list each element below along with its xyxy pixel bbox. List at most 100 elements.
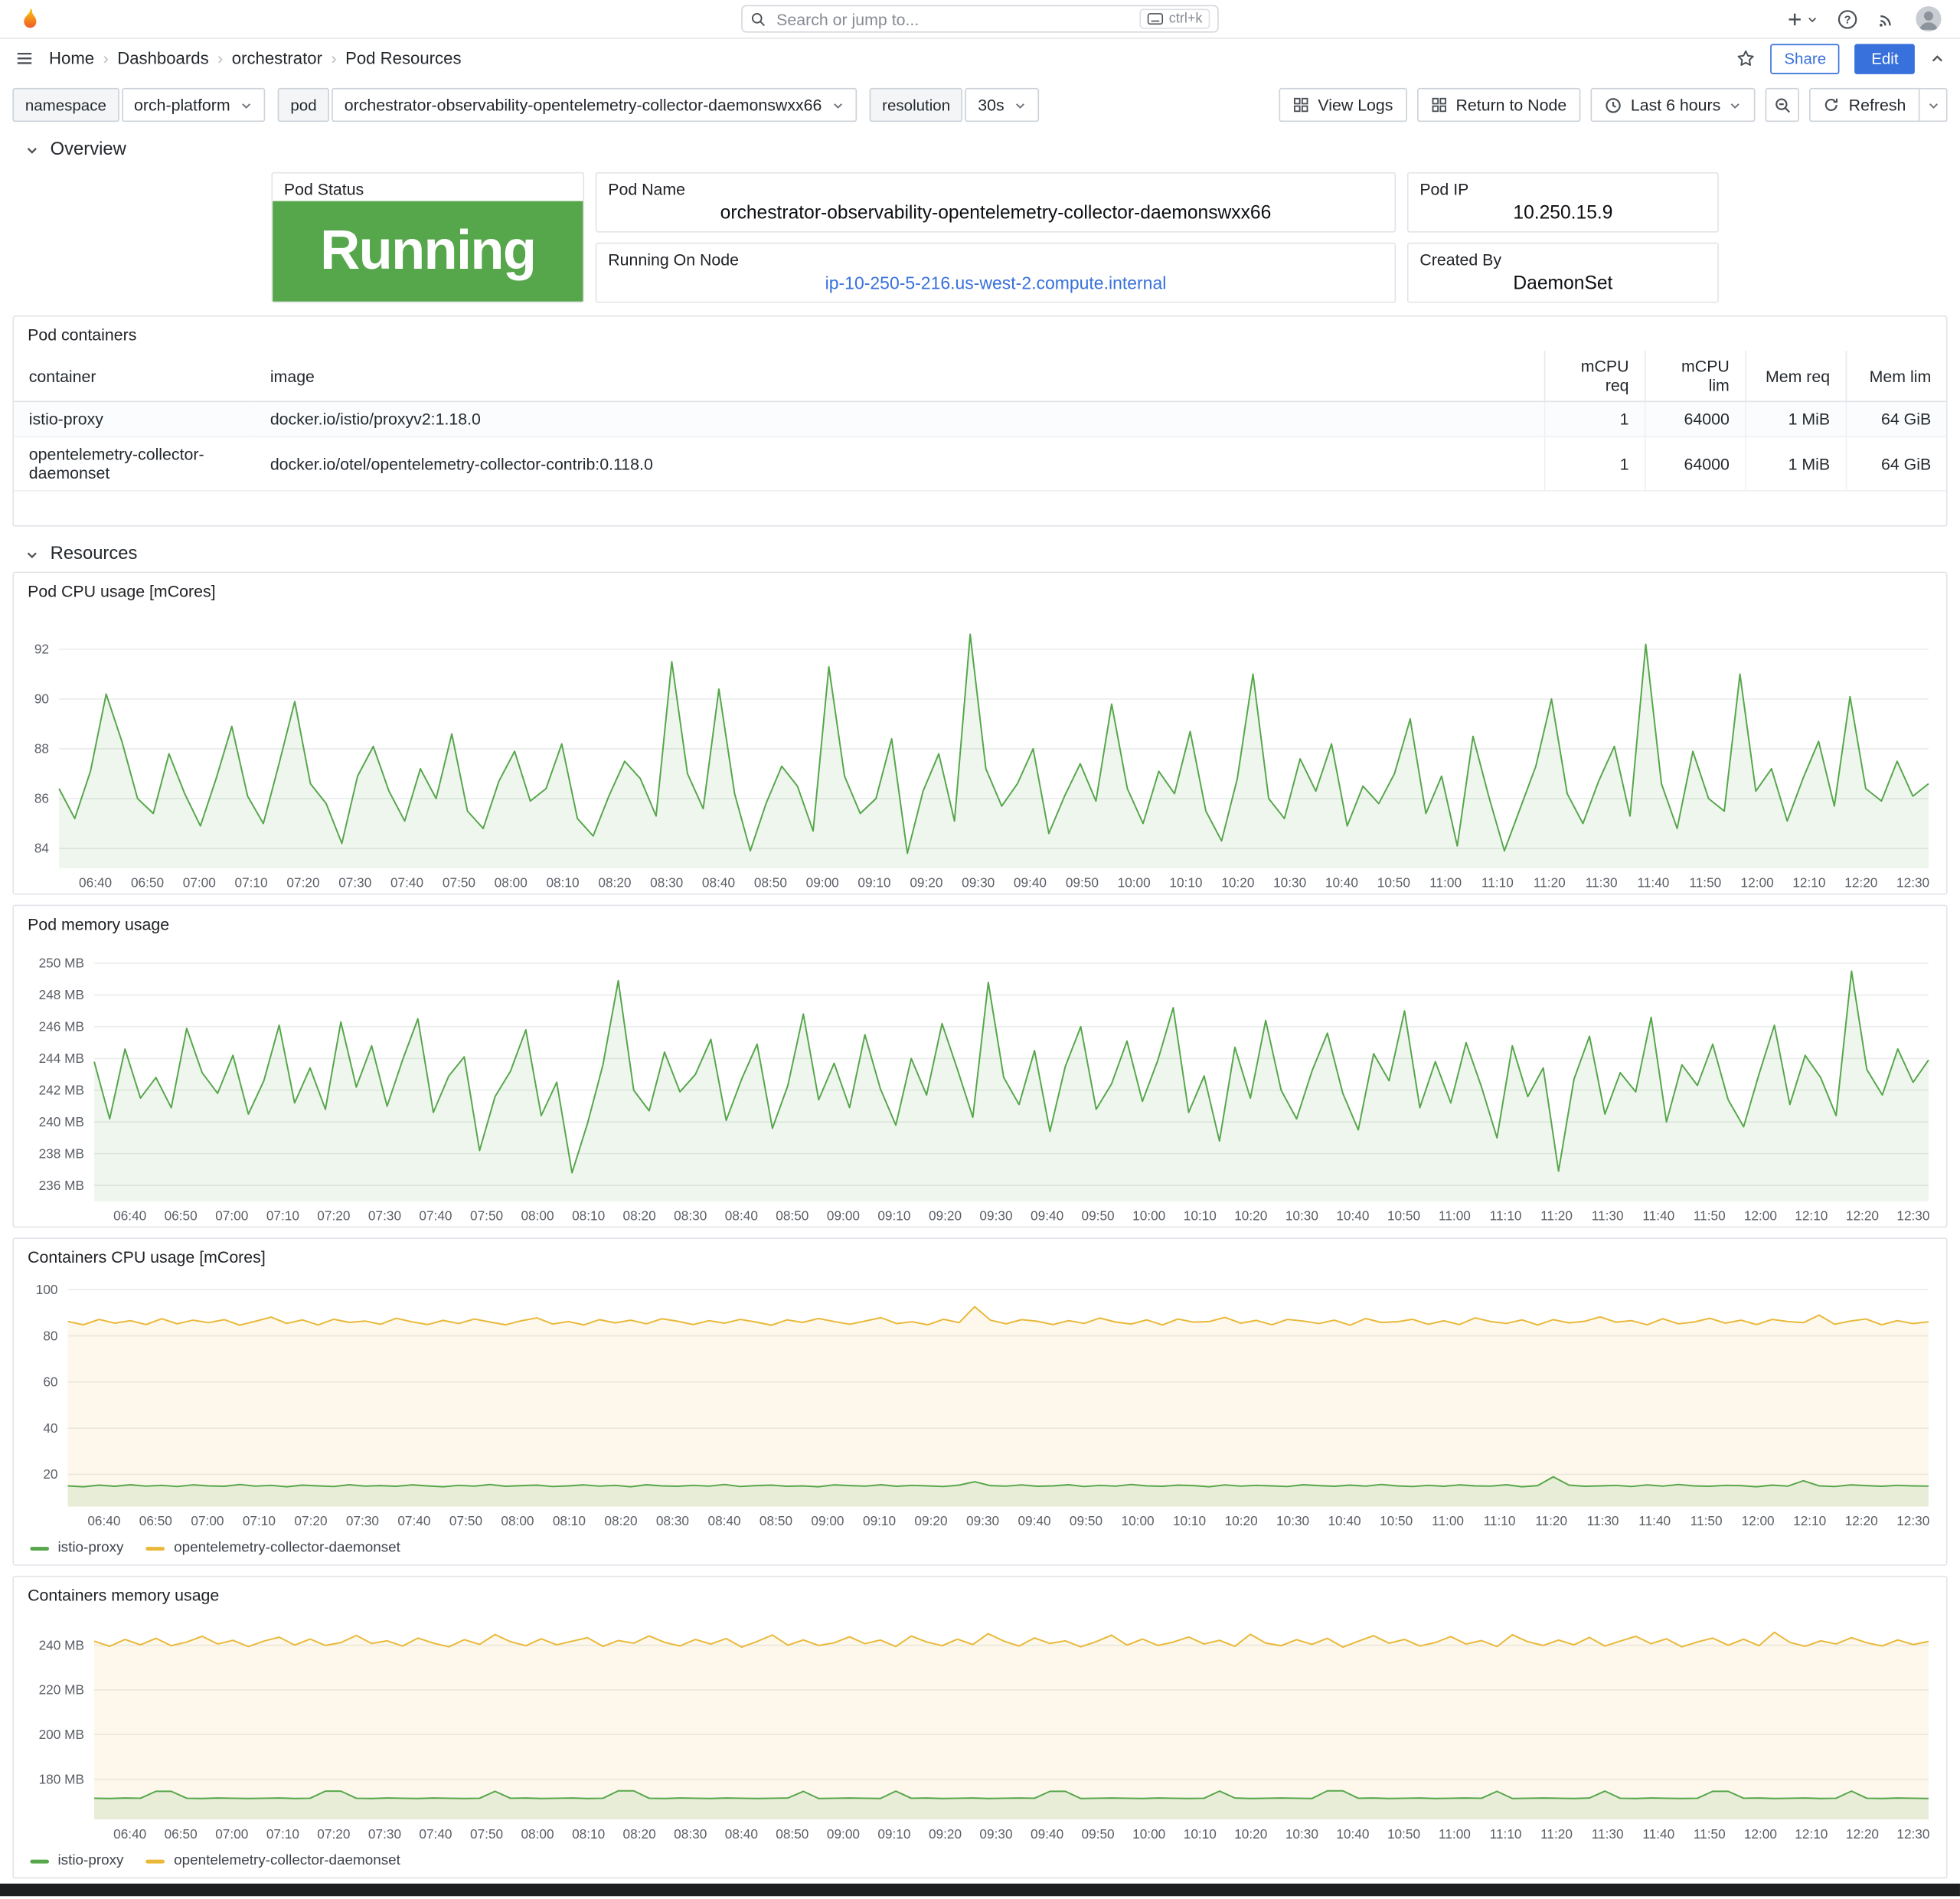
table-cell: 1 MiB — [1744, 436, 1846, 492]
namespace-select[interactable]: orch-platform — [121, 87, 266, 123]
svg-text:11:40: 11:40 — [1638, 1513, 1671, 1528]
svg-text:06:50: 06:50 — [139, 1513, 172, 1528]
column-header[interactable]: mCPU lim — [1644, 350, 1746, 403]
zoom-out-icon — [1774, 96, 1792, 114]
svg-text:09:50: 09:50 — [1082, 1208, 1115, 1223]
svg-text:10:50: 10:50 — [1377, 875, 1410, 891]
column-header[interactable]: Mem lim — [1844, 350, 1946, 403]
svg-text:10:10: 10:10 — [1169, 875, 1202, 891]
svg-text:08:50: 08:50 — [776, 1208, 808, 1223]
legend-item[interactable]: istio-proxy — [30, 1853, 123, 1868]
breadcrumb-item[interactable]: Pod Resources — [345, 49, 461, 68]
svg-text:06:40: 06:40 — [87, 1513, 120, 1528]
column-header[interactable]: container — [14, 350, 256, 403]
svg-text:07:30: 07:30 — [338, 875, 371, 891]
svg-text:11:50: 11:50 — [1694, 1826, 1726, 1842]
star-icon[interactable] — [1736, 49, 1756, 68]
column-header[interactable]: Mem req — [1744, 350, 1846, 403]
pod-memory-usage-chart[interactable]: 236 MB 238 MB 240 MB 242 MB 244 MB 246 MB 248 … — [14, 937, 1946, 1226]
breadcrumb-item[interactable]: Home — [49, 49, 94, 68]
dashboard-grid-icon — [1431, 96, 1447, 113]
svg-text:08:50: 08:50 — [754, 875, 787, 891]
containers-cpu-usage-chart[interactable]: 20 40 60 80 100 06:40 06:50 07:00 07:10 07:20 07:3… — [14, 1270, 1946, 1531]
pod-select[interactable]: orchestrator-observability-opentelemetry… — [332, 87, 858, 123]
panel-title: Containers memory usage — [28, 1585, 220, 1605]
table-cell: istio-proxy — [14, 401, 256, 438]
svg-text:11:50: 11:50 — [1690, 1513, 1723, 1528]
grafana-logo[interactable] — [18, 6, 43, 31]
column-header[interactable]: image — [255, 350, 1544, 403]
svg-text:11:30: 11:30 — [1592, 1826, 1624, 1842]
column-header[interactable]: mCPU req — [1543, 350, 1645, 403]
table-header-row: container image mCPU req mCPU lim Mem req Mem… — [14, 350, 1946, 403]
user-avatar[interactable] — [1915, 5, 1942, 33]
svg-text:12:20: 12:20 — [1844, 875, 1877, 891]
legend-item[interactable]: opentelemetry-collector-daemonset — [146, 1853, 400, 1868]
svg-text:10:40: 10:40 — [1336, 1208, 1369, 1223]
breadcrumb-separator: › — [331, 48, 337, 68]
clock-icon — [1604, 96, 1622, 114]
refresh-button[interactable]: Refresh — [1809, 87, 1920, 123]
svg-text:80: 80 — [43, 1328, 57, 1343]
new-menu-button[interactable] — [1785, 9, 1818, 28]
zoom-out-button[interactable] — [1766, 87, 1800, 123]
view-logs-button[interactable]: View Logs — [1279, 87, 1407, 123]
svg-text:12:30: 12:30 — [1896, 1513, 1929, 1528]
svg-text:10:00: 10:00 — [1122, 1513, 1155, 1528]
legend-item[interactable]: istio-proxy — [30, 1541, 123, 1556]
svg-text:10:30: 10:30 — [1273, 875, 1306, 891]
grafana-dashboard: ctrl+k ? Home › Dashboards › orchestrator › Po… — [0, 0, 1960, 1899]
svg-text:92: 92 — [34, 642, 49, 657]
chevron-up-icon[interactable] — [1930, 51, 1945, 66]
svg-text:07:00: 07:00 — [215, 1826, 248, 1842]
svg-text:07:20: 07:20 — [294, 1513, 327, 1528]
containers-memory-usage-panel: Containers memory usage 180 MB 200 MB 220 … — [12, 1575, 1948, 1879]
legend-item[interactable]: opentelemetry-collector-daemonset — [146, 1541, 400, 1556]
svg-text:100: 100 — [36, 1282, 58, 1297]
pod-cpu-usage-chart[interactable]: 84 86 88 90 92 06:40 06:50 07:00 07:10 07:20 07:30… — [14, 604, 1946, 893]
breadcrumb-item[interactable]: orchestrator — [232, 49, 322, 68]
svg-text:07:50: 07:50 — [449, 1513, 482, 1528]
svg-text:10:50: 10:50 — [1387, 1208, 1420, 1223]
global-search[interactable]: ctrl+k — [741, 5, 1219, 33]
chevron-down-icon — [1926, 99, 1939, 111]
pod-status-value: Running — [273, 201, 583, 302]
return-to-node-button[interactable]: Return to Node — [1416, 87, 1581, 123]
breadcrumb-bar: Home › Dashboards › orchestrator › Pod Resourc… — [0, 39, 1960, 78]
node-link[interactable]: ip-10-250-5-216.us-west-2.compute.intern… — [825, 273, 1167, 293]
resolution-select[interactable]: 30s — [965, 87, 1040, 123]
svg-text:08:30: 08:30 — [650, 875, 683, 891]
svg-text:240 MB: 240 MB — [39, 1114, 84, 1129]
search-input[interactable] — [773, 8, 1133, 30]
svg-text:40: 40 — [43, 1420, 57, 1436]
svg-text:07:40: 07:40 — [390, 875, 423, 891]
time-range-picker[interactable]: Last 6 hours — [1590, 87, 1756, 123]
svg-text:11:50: 11:50 — [1689, 875, 1721, 891]
help-button[interactable]: ? — [1837, 8, 1858, 30]
svg-text:07:20: 07:20 — [317, 1208, 350, 1223]
svg-text:11:00: 11:00 — [1429, 875, 1462, 891]
news-rss-button[interactable] — [1877, 9, 1896, 28]
mega-menu-toggle[interactable] — [15, 49, 34, 68]
chart-canvas: 236 MB 238 MB 240 MB 242 MB 244 MB 246 MB 248 … — [39, 956, 1930, 1224]
containers-memory-usage-chart[interactable]: 180 MB 200 MB 220 MB 240 MB 06:40 06:50 07:00 0… — [14, 1608, 1946, 1845]
chevron-down-icon — [1730, 99, 1742, 111]
svg-text:09:00: 09:00 — [827, 1826, 860, 1842]
share-button[interactable]: Share — [1770, 43, 1841, 74]
section-overview[interactable]: Overview — [12, 137, 1947, 162]
refresh-interval-button[interactable] — [1919, 87, 1948, 123]
svg-text:12:10: 12:10 — [1793, 1513, 1826, 1528]
legend-color-dash — [30, 1546, 49, 1551]
svg-text:07:50: 07:50 — [443, 875, 475, 891]
breadcrumb-item[interactable]: Dashboards — [117, 49, 208, 68]
svg-text:11:30: 11:30 — [1587, 1513, 1619, 1528]
svg-text:07:50: 07:50 — [470, 1826, 503, 1842]
svg-text:84: 84 — [34, 841, 50, 856]
section-resources[interactable]: Resources — [12, 541, 1947, 567]
svg-text:09:40: 09:40 — [1014, 875, 1047, 891]
svg-text:07:20: 07:20 — [317, 1826, 350, 1842]
pod-ip-panel: Pod IP 10.250.15.9 — [1406, 172, 1719, 233]
svg-text:11:40: 11:40 — [1642, 1826, 1674, 1842]
edit-button[interactable]: Edit — [1854, 43, 1915, 74]
svg-text:07:40: 07:40 — [397, 1513, 430, 1528]
